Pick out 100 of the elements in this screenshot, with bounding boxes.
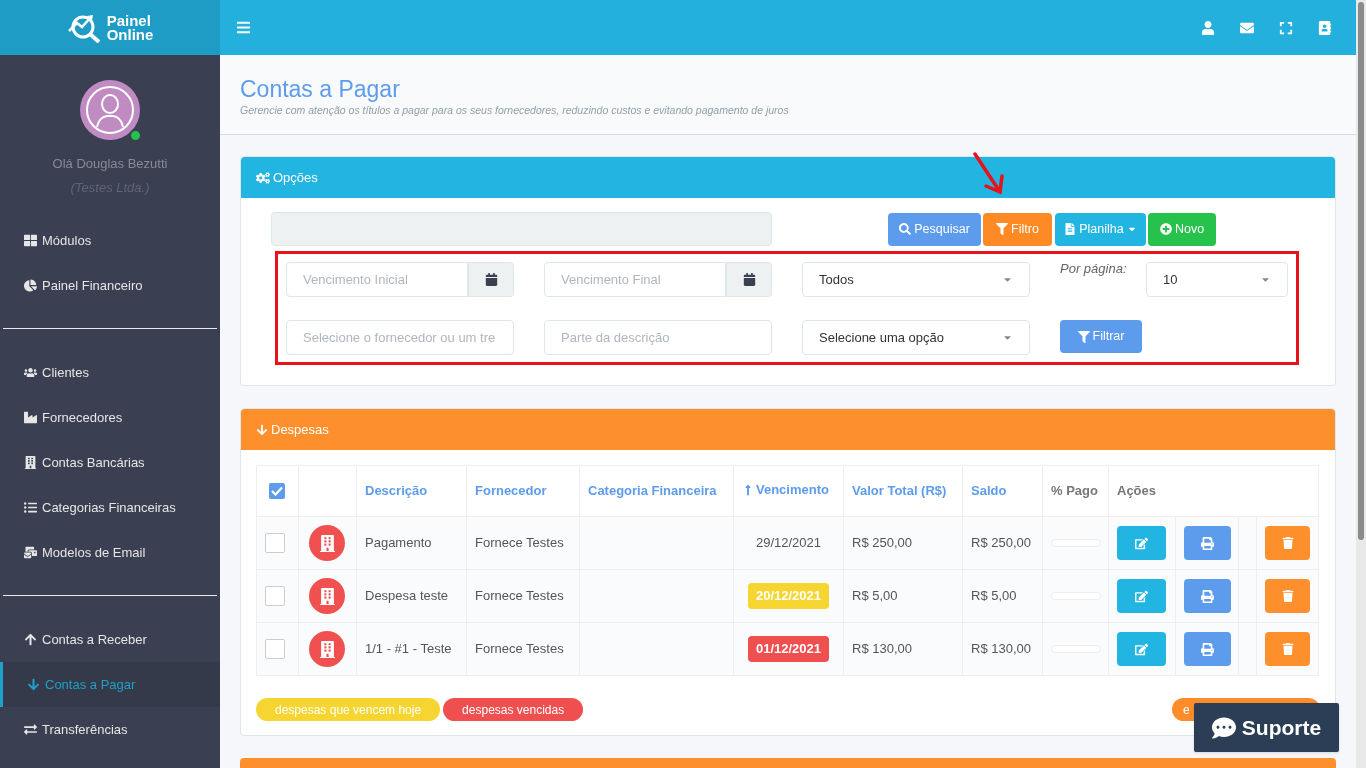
sidebar-item[interactable]: Módulos <box>0 218 220 263</box>
print-button[interactable] <box>1184 632 1231 666</box>
supplier-cell: Fornece Testes <box>475 588 564 604</box>
balance-cell: R$ 130,00 <box>971 641 1031 657</box>
description-cell: Pagamento <box>365 535 432 551</box>
due-date: 20/12/2021 <box>747 583 830 609</box>
arrow-down-icon <box>27 678 40 691</box>
list-icon <box>24 501 37 514</box>
total-cell: R$ 5,00 <box>852 588 898 604</box>
print-button[interactable] <box>1184 526 1231 560</box>
address-book-icon[interactable] <box>1318 20 1332 35</box>
legend-pill: despesas vencidas <box>443 698 584 721</box>
scrollbar[interactable] <box>1356 0 1366 768</box>
logo-text: Online <box>106 27 154 42</box>
page-subtitle: Gerencie com atenção os títulos a pagar para os seus fornecedores, reduzindo custos e evitando pagamento de juros <box>240 103 790 118</box>
user-greeting: Olá Douglas Bezutti <box>52 155 168 173</box>
arrow-up-icon <box>24 633 37 646</box>
sidebar-item[interactable]: Modelos de Email <box>0 530 220 575</box>
select-field[interactable]: Todos <box>802 262 1030 297</box>
delete-button[interactable] <box>1265 579 1310 613</box>
edit-button[interactable] <box>1117 579 1166 613</box>
trash-icon <box>1281 537 1294 549</box>
factory-icon <box>24 411 37 424</box>
due-date: 29/12/2021 <box>755 534 822 553</box>
menu-icon[interactable] <box>236 20 251 35</box>
building-icon <box>24 456 37 469</box>
delete-button[interactable] <box>1265 526 1310 560</box>
select-field[interactable]: 10 <box>1146 262 1288 297</box>
logo-text: Painel <box>106 13 152 28</box>
logo-icon <box>66 12 103 43</box>
column-header: % Pago <box>1051 482 1098 501</box>
sidebar-item[interactable]: Contas a Pagar <box>0 662 220 707</box>
panel-title: Opções <box>273 168 318 187</box>
description-field[interactable]: Parte da descrição <box>544 320 772 355</box>
print-button[interactable] <box>1184 579 1231 613</box>
building-icon <box>309 525 345 561</box>
date-field[interactable]: Vencimento Final <box>544 262 726 297</box>
date-field[interactable]: Vencimento Inicial <box>286 262 468 297</box>
checkbox[interactable] <box>269 483 285 499</box>
edit-button[interactable] <box>1117 632 1166 666</box>
edit-icon <box>1135 536 1148 550</box>
checkbox[interactable] <box>265 533 285 553</box>
gears-icon <box>256 170 270 185</box>
filter-icon <box>996 223 1009 235</box>
arrow-down-icon <box>256 423 268 436</box>
edit-button[interactable] <box>1117 526 1166 560</box>
calendar-button[interactable] <box>726 262 772 297</box>
print-icon <box>1201 536 1214 550</box>
avatar-icon <box>80 80 140 140</box>
chat-icon <box>1211 715 1236 740</box>
total-cell: R$ 130,00 <box>852 641 912 657</box>
document-icon <box>1064 223 1077 235</box>
column-header: Ações <box>1117 482 1157 501</box>
sidebar-item[interactable]: Fornecedores <box>0 395 220 440</box>
panel-title: Despesas <box>271 420 329 439</box>
grid-icon <box>24 234 37 247</box>
calendar-icon <box>742 273 756 286</box>
description-cell: 1/1 - #1 - Teste <box>365 641 452 657</box>
user-icon[interactable] <box>1201 20 1215 35</box>
building-icon <box>309 631 345 667</box>
description-cell: Despesa teste <box>365 588 449 604</box>
search-icon <box>899 223 912 235</box>
sidebar-item[interactable]: Clientes <box>0 350 220 395</box>
support-button[interactable]: Suporte <box>1194 703 1339 752</box>
checkbox[interactable] <box>265 586 285 606</box>
calendar-button[interactable] <box>468 262 514 297</box>
sort-arrow-icon <box>742 484 754 497</box>
search-field[interactable] <box>271 212 772 246</box>
checkbox[interactable] <box>265 639 285 659</box>
select-field[interactable]: Selecione uma opção <box>802 320 1030 355</box>
sidebar-item[interactable]: Painel Financeiro <box>0 263 220 308</box>
edit-icon <box>1135 642 1148 656</box>
balance-cell: R$ 250,00 <box>971 535 1031 551</box>
sidebar-item[interactable]: Contas a Receber <box>0 617 220 662</box>
trash-icon <box>1281 590 1294 602</box>
exchange-icon <box>24 723 37 736</box>
edit-icon <box>1135 589 1148 603</box>
page-title: Contas a Pagar <box>240 75 401 103</box>
sidebar-item[interactable]: Categorias Financeiras <box>0 485 220 530</box>
mail-icon <box>24 546 37 559</box>
per-page-label: Por página: <box>1060 260 1128 278</box>
balance-cell: R$ 5,00 <box>971 588 1017 604</box>
trash-icon <box>1281 643 1294 655</box>
supplier-cell: Fornece Testes <box>475 535 564 551</box>
sidebar-item[interactable]: Contas Bancárias <box>0 440 220 485</box>
building-icon <box>309 578 345 614</box>
total-cell: R$ 250,00 <box>852 535 912 551</box>
envelope-icon[interactable] <box>1240 20 1254 35</box>
expand-icon[interactable] <box>1279 20 1293 35</box>
supplier-cell: Fornece Testes <box>475 641 564 657</box>
print-icon <box>1201 589 1214 603</box>
pie-chart-icon <box>24 279 37 292</box>
calendar-icon <box>484 273 498 286</box>
legend-pill: despesas que vencem hoje <box>256 698 441 721</box>
due-date: 01/12/2021 <box>747 636 830 662</box>
users-icon <box>24 366 37 379</box>
supplier-field[interactable]: Selecione o fornecedor ou um tre <box>286 320 514 355</box>
delete-button[interactable] <box>1265 632 1310 666</box>
filter-icon <box>1077 330 1090 343</box>
sidebar-item[interactable]: Transferências <box>0 707 220 752</box>
